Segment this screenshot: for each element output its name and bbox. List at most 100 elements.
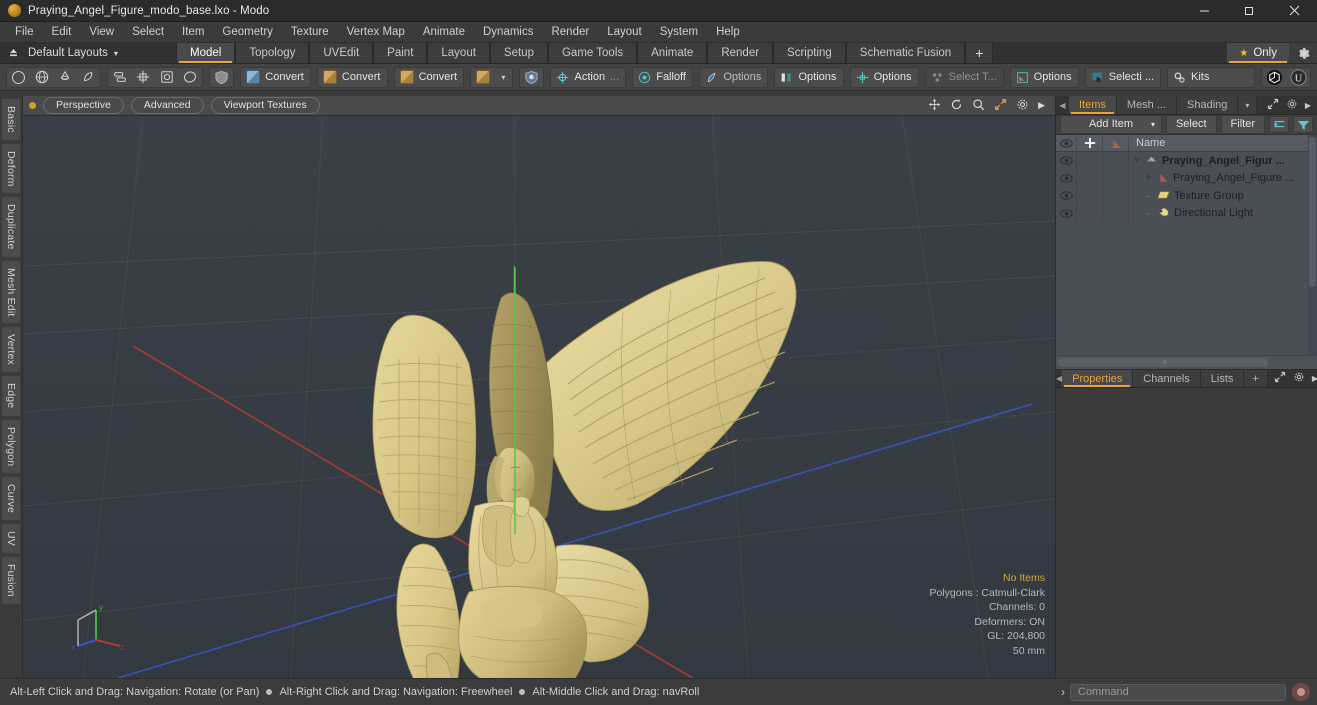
row-name-cell[interactable]: Praying_Angel_Figur ... [1129, 154, 1317, 168]
row-visibility-toggle[interactable] [1056, 152, 1077, 170]
row-add-cell[interactable] [1077, 187, 1103, 205]
gear-icon[interactable] [1016, 98, 1029, 114]
table-row[interactable]: Praying_Angel_Figur ... [1056, 152, 1317, 170]
chevron-right-icon[interactable]: ▶ [1312, 374, 1317, 383]
select-through-button[interactable]: Select T... [926, 68, 1003, 87]
menu-select[interactable]: Select [123, 23, 173, 42]
add-item-button[interactable]: Add Item ▾ [1060, 115, 1162, 134]
unreal-icon[interactable]: U [1286, 68, 1310, 87]
kits-button[interactable]: Kits [1168, 68, 1217, 87]
tab-model[interactable]: Model [176, 43, 236, 63]
ellipse-icon[interactable] [179, 68, 202, 87]
tab-lists[interactable]: Lists [1200, 370, 1245, 387]
element-options-button[interactable]: Options [1011, 68, 1078, 87]
menu-render[interactable]: Render [542, 23, 598, 42]
expand-icon[interactable] [1274, 371, 1286, 386]
row-name-cell[interactable]: Praying_Angel_Figure ... [1129, 171, 1317, 186]
menu-edit[interactable]: Edit [43, 23, 81, 42]
zoom-icon[interactable] [972, 98, 985, 114]
sidebar-tab-mesh-edit[interactable]: Mesh Edit [1, 259, 21, 325]
stack-icon[interactable] [108, 68, 131, 87]
tab-setup[interactable]: Setup [489, 43, 548, 63]
convert-cube-button[interactable] [471, 68, 494, 87]
row-shading-cell[interactable] [1103, 169, 1129, 187]
selection-sets-button[interactable]: Selecti ... [1086, 68, 1160, 87]
menu-dynamics[interactable]: Dynamics [474, 23, 542, 42]
scrollbar-thumb[interactable] [1309, 137, 1316, 287]
gear-icon[interactable] [1293, 371, 1305, 386]
viewport-3d[interactable]: y z x No Items Polygons : Catmull-Clark … [23, 116, 1055, 678]
globe-icon[interactable] [30, 68, 53, 87]
tab-animate[interactable]: Animate [637, 43, 708, 63]
praying-angel-figure-model[interactable] [23, 116, 1055, 678]
shield-icon[interactable] [210, 68, 233, 87]
row-add-cell[interactable] [1077, 152, 1103, 170]
tab-dropdown-caret[interactable]: ▾ [1238, 96, 1258, 114]
sidebar-tab-duplicate[interactable]: Duplicate [1, 196, 21, 258]
menu-file[interactable]: File [6, 23, 43, 42]
table-row[interactable]: Praying_Angel_Figure ... [1056, 169, 1317, 187]
sidebar-tab-curve[interactable]: Curve [1, 476, 21, 522]
list-toggle-icon[interactable] [1269, 116, 1289, 133]
tab-schematic-fusion[interactable]: Schematic Fusion [845, 43, 966, 63]
target-box-icon[interactable] [155, 68, 178, 87]
item-list[interactable]: Name Praying_Angel_Figur ... Praying_Ang… [1056, 135, 1317, 369]
sidebar-tab-edge[interactable]: Edge [1, 375, 21, 417]
row-shading-cell[interactable] [1103, 204, 1129, 222]
table-row[interactable]: – Directional Light [1056, 204, 1317, 222]
menu-geometry[interactable]: Geometry [213, 23, 282, 42]
tab-mesh[interactable]: Mesh ... [1116, 96, 1178, 114]
convert-button-3[interactable]: Convert [395, 68, 464, 87]
circle-icon[interactable] [7, 68, 30, 87]
row-visibility-toggle[interactable] [1056, 169, 1077, 187]
falloff-button[interactable]: Falloff [633, 68, 692, 87]
tab-items[interactable]: Items [1069, 96, 1117, 114]
chevron-right-icon[interactable]: ▶ [1038, 100, 1045, 111]
record-icon[interactable] [1291, 682, 1311, 702]
unity-icon[interactable] [1262, 68, 1286, 87]
convert-button-2[interactable]: Convert [318, 68, 387, 87]
tab-topology[interactable]: Topology [235, 43, 310, 63]
command-input[interactable] [1070, 683, 1286, 701]
convert-button-1[interactable]: Convert [241, 68, 310, 87]
viewport-shading-button[interactable]: Advanced [130, 97, 204, 114]
add-tab-button[interactable]: + [965, 43, 994, 63]
tab-paint[interactable]: Paint [373, 43, 428, 63]
tab-layout[interactable]: Layout [427, 43, 490, 63]
table-row[interactable]: – Texture Group [1056, 187, 1317, 205]
row-visibility-toggle[interactable] [1056, 187, 1077, 205]
shield-globe-icon[interactable] [520, 68, 543, 87]
only-toggle-button[interactable]: ★ Only [1227, 43, 1289, 63]
row-add-cell[interactable] [1077, 204, 1103, 222]
sidebar-tab-vertex[interactable]: Vertex [1, 326, 21, 374]
menu-system[interactable]: System [651, 23, 707, 42]
workplane-options-button[interactable]: Options [851, 68, 918, 87]
funnel-icon[interactable] [1293, 116, 1313, 133]
viewport-projection-button[interactable]: Perspective [43, 97, 124, 114]
tab-channels[interactable]: Channels [1133, 370, 1201, 387]
tab-scripting[interactable]: Scripting [773, 43, 846, 63]
menu-layout[interactable]: Layout [598, 23, 651, 42]
viewport-textures-button[interactable]: Viewport Textures [210, 97, 320, 114]
chevron-down-icon[interactable]: ▾ [495, 68, 513, 87]
row-name-cell[interactable]: – Directional Light [1129, 206, 1317, 221]
row-shading-cell[interactable] [1103, 152, 1129, 170]
chevron-left-icon[interactable]: ◀ [1056, 96, 1069, 114]
snap-options-button[interactable]: Options [700, 68, 767, 87]
minimize-button[interactable] [1182, 0, 1227, 21]
menu-view[interactable]: View [80, 23, 123, 42]
gear-icon[interactable] [1286, 98, 1298, 113]
expand-icon[interactable] [1267, 98, 1279, 113]
chevron-right-icon[interactable]: ▶ [1305, 101, 1311, 110]
symmetry-options-button[interactable]: Options [775, 68, 842, 87]
menu-animate[interactable]: Animate [414, 23, 474, 42]
action-center-button[interactable]: Action ... [551, 68, 625, 87]
tab-shading[interactable]: Shading [1177, 96, 1239, 114]
row-name-cell[interactable]: – Texture Group [1129, 189, 1317, 203]
row-add-cell[interactable] [1077, 169, 1103, 187]
add-panel-tab-button[interactable]: + [1244, 370, 1268, 387]
expander-right-icon[interactable] [1145, 172, 1153, 184]
default-layouts-dropdown[interactable]: Default Layouts ▾ [26, 43, 176, 63]
teardrop-icon[interactable] [77, 68, 100, 87]
menu-item[interactable]: Item [173, 23, 213, 42]
